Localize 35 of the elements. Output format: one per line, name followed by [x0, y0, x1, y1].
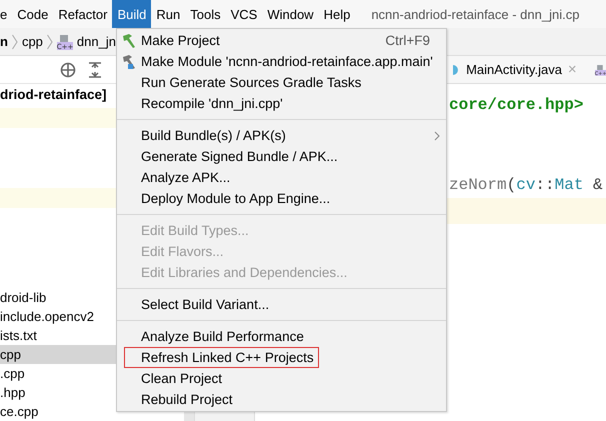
- breadcrumb-item[interactable]: n: [0, 34, 8, 49]
- project-root-label[interactable]: driod-retainface]: [0, 86, 107, 102]
- menu-entry[interactable]: Build Bundle(s) / APK(s): [117, 125, 446, 146]
- menu-item[interactable]: e: [0, 0, 12, 28]
- window-title: ncnn-andriod-retainface - dnn_jni.cp: [371, 6, 580, 24]
- menu-item[interactable]: Code: [12, 0, 54, 28]
- editor-tab[interactable]: MainActivity.java: [466, 62, 562, 77]
- menu-item[interactable]: Tools: [185, 0, 226, 28]
- crosshair-icon[interactable]: [60, 62, 76, 78]
- hammer-module-icon: [121, 54, 137, 70]
- menu-entry[interactable]: Recompile 'dnn_jni.cpp': [117, 93, 446, 114]
- breadcrumb-item[interactable]: dnn_jn: [76, 34, 116, 49]
- menu-item[interactable]: Run: [151, 0, 186, 28]
- menu-entry[interactable]: Select Build Variant...: [117, 294, 446, 315]
- menu-entry[interactable]: Make Module 'ncnn-andriod-retainface.app.main': [117, 51, 446, 72]
- menu-entry[interactable]: Generate Signed Bundle / APK...: [117, 146, 446, 167]
- menu-entry[interactable]: Rebuild Project: [117, 389, 446, 410]
- breadcrumb-item[interactable]: cpp: [22, 34, 43, 49]
- menu-item[interactable]: Build: [112, 0, 152, 28]
- menu-entry[interactable]: Deploy Module to App Engine...: [117, 188, 446, 209]
- code-line: zeNorm(cv::Mat &: [449, 175, 603, 196]
- menu-entry[interactable]: Analyze Build Performance: [117, 326, 446, 347]
- chevron-icon: [12, 34, 18, 50]
- hammer-icon: [121, 33, 137, 49]
- menu-item[interactable]: Window: [262, 0, 319, 28]
- menu-item[interactable]: Help: [318, 0, 356, 28]
- menu-item[interactable]: Refactor: [53, 0, 112, 28]
- collapse-all-icon[interactable]: [88, 62, 102, 78]
- chevron-icon: [46, 34, 53, 50]
- menu-entry[interactable]: Run Generate Sources Gradle Tasks: [117, 72, 446, 93]
- menu-entry[interactable]: Clean Project: [117, 368, 446, 389]
- menu-item[interactable]: VCS: [226, 0, 262, 28]
- menu-entry[interactable]: Analyze APK...: [117, 167, 446, 188]
- menu-entry[interactable]: Make Project Ctrl+F9: [117, 30, 446, 51]
- code-line: core/core.hpp>: [449, 95, 584, 116]
